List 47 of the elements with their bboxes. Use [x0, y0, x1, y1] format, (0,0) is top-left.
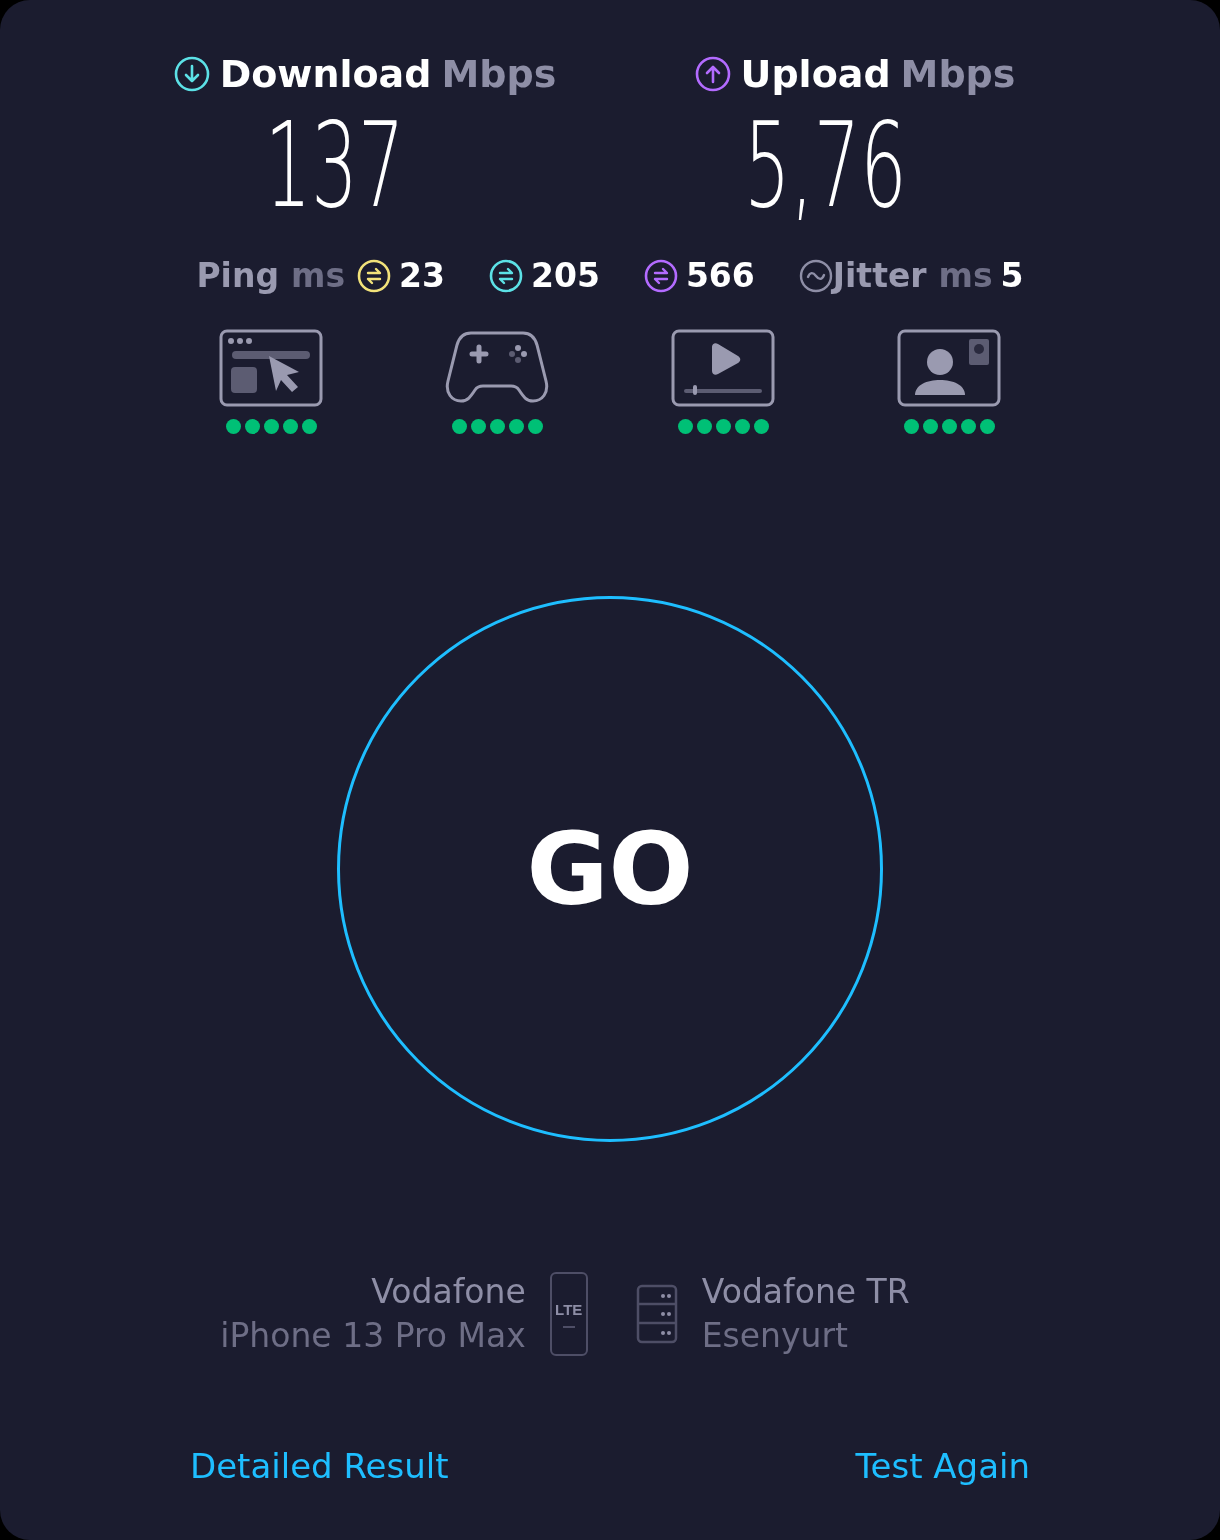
- jitter-label: Jitter: [832, 256, 927, 295]
- rating-dot: [527, 419, 543, 434]
- rating-dot: [489, 419, 505, 434]
- rating-dot: [470, 419, 486, 434]
- rating-dot: [696, 419, 712, 434]
- server-location: Esenyurt: [701, 1315, 849, 1357]
- speed-label: Upload: [740, 52, 891, 96]
- rating-dot: [960, 419, 976, 434]
- rating-dot: [282, 419, 298, 434]
- carrier-name: Vodafone: [371, 1271, 526, 1313]
- jitter-icon: [798, 258, 833, 293]
- ping-value: 566: [685, 256, 755, 295]
- rating-dot: [903, 419, 919, 434]
- go-button[interactable]: GO: [337, 596, 883, 1142]
- unit-label: Mbps: [441, 52, 557, 96]
- rating-dot: [753, 419, 769, 434]
- rating-dot: [979, 419, 995, 434]
- jitter-value: 5: [1000, 256, 1024, 295]
- rating-dot: [922, 419, 938, 434]
- text-link[interactable]: Test Again: [855, 1446, 1030, 1486]
- speed-value: 137: [265, 100, 405, 230]
- speed-label: Download: [219, 52, 432, 96]
- server-icon: [635, 1284, 678, 1344]
- device-name: iPhone 13 Pro Max: [220, 1315, 526, 1357]
- rating-dot: [225, 419, 241, 434]
- video-player-icon: [671, 329, 775, 407]
- rating-dot: [244, 419, 260, 434]
- server-name: Vodafone TR: [701, 1271, 910, 1313]
- rating-dot: [734, 419, 750, 434]
- rating-dot: [941, 419, 957, 434]
- unit-label: ms: [938, 256, 993, 295]
- ping-label: Ping: [196, 256, 280, 295]
- speed-value: 5,76: [743, 100, 907, 230]
- rating-dot: [677, 419, 693, 434]
- network-label: LTE: [555, 1300, 583, 1318]
- rating-dot: [451, 419, 467, 434]
- unit-label: Mbps: [900, 52, 1016, 96]
- rating-dot: [508, 419, 524, 434]
- ping-value: 23: [399, 256, 445, 295]
- browser-window-icon: [219, 329, 323, 407]
- rating-dot: [301, 419, 317, 434]
- unit-label: ms: [291, 256, 346, 295]
- rating-dot: [263, 419, 279, 434]
- rating-dot: [715, 419, 731, 434]
- text-link[interactable]: Detailed Result: [190, 1446, 449, 1486]
- video-call-icon: [897, 329, 1001, 407]
- ping-value: 205: [531, 256, 600, 295]
